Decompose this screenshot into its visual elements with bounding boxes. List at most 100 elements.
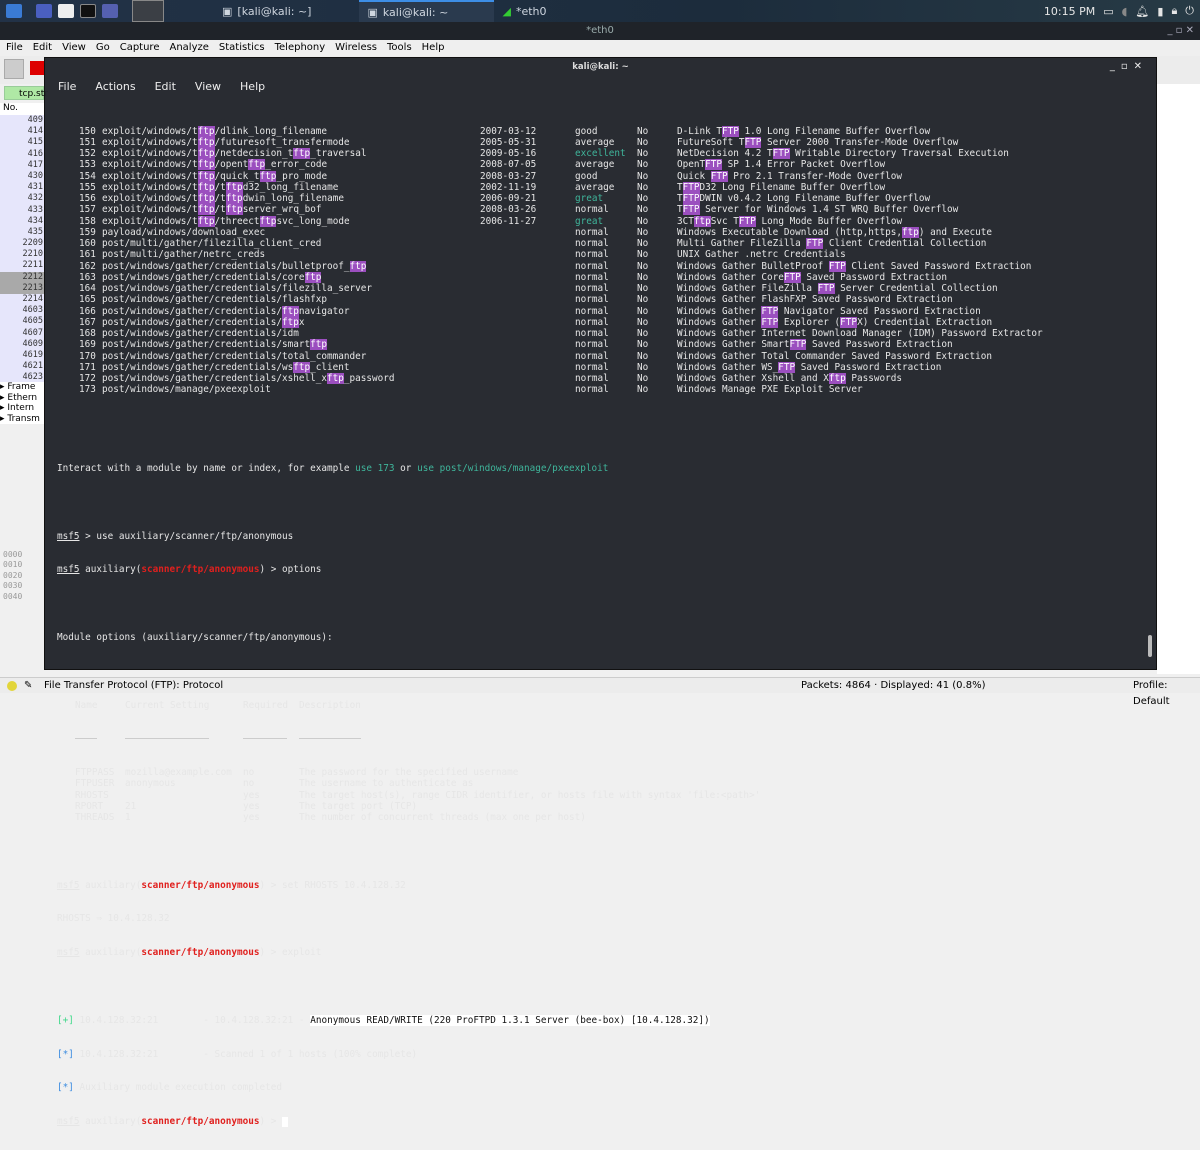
module-row[interactable]: 173 post/windows/manage/pxeexploit normal N… (57, 384, 863, 395)
menu-analyze[interactable]: Analyze (169, 40, 208, 56)
module-row[interactable]: 150 exploit/windows/tftp/dlink_long_filen… (57, 125, 930, 137)
packet-row[interactable]: 431 (0, 182, 44, 194)
wireshark-window-controls[interactable]: _ ▫ ✕ (1167, 22, 1194, 40)
module-index: 166 (79, 305, 96, 317)
expert-info-icon[interactable] (7, 681, 17, 691)
packet-row[interactable]: 2212 (0, 271, 44, 283)
module-check: No (637, 125, 649, 137)
packet-row[interactable]: 414 (0, 126, 44, 138)
stop-capture-icon[interactable] (30, 61, 44, 75)
packet-row[interactable]: 432 (0, 193, 44, 205)
module-row[interactable]: 166 post/windows/gather/credentials/ftpna… (57, 305, 981, 317)
packet-row[interactable]: 409 (0, 115, 44, 127)
packet-row[interactable]: 4609 (0, 338, 44, 350)
task-wireshark[interactable]: ◢ *eth0 (494, 0, 554, 22)
menu-telephony[interactable]: Telephony (275, 40, 326, 56)
terminal-menu-view[interactable]: View (195, 76, 221, 98)
display-icon[interactable]: ▭ (1103, 5, 1113, 18)
menu-capture[interactable]: Capture (120, 40, 160, 56)
module-row[interactable]: 159 payload/windows/download_exec normal No… (57, 226, 992, 238)
menu-statistics[interactable]: Statistics (219, 40, 265, 56)
menu-help[interactable]: Help (422, 40, 445, 56)
command-prompt[interactable]: msf5 auxiliary(scanner/ftp/anonymous) > (57, 1116, 710, 1127)
module-row[interactable]: 165 post/windows/gather/credentials/flash… (57, 294, 953, 305)
terminal-window-controls[interactable]: _▫✕ (1110, 58, 1148, 76)
module-row[interactable]: 158 exploit/windows/tftp/threectftpsvc_lo… (57, 215, 902, 227)
detail-row[interactable]: ▸ Frame (0, 382, 44, 393)
packet-row[interactable]: 416 (0, 148, 44, 160)
display-filter-input[interactable]: tcp.str (4, 86, 48, 100)
module-row[interactable]: 162 post/windows/gather/credentials/bulle… (57, 260, 1031, 272)
terminal-menu-actions[interactable]: Actions (95, 76, 135, 98)
edit-comment-icon[interactable]: ✎ (24, 678, 32, 694)
module-row[interactable]: 161 post/multi/gather/netrc_creds normal No… (57, 249, 846, 260)
detail-row[interactable]: ▸ Ethern (0, 393, 44, 404)
workspace-switcher[interactable] (132, 0, 164, 22)
shark-fin-start-icon[interactable] (4, 59, 24, 79)
packet-row[interactable]: 4607 (0, 327, 44, 339)
lock-icon[interactable]: 🔒︎ (1171, 4, 1177, 18)
packet-row[interactable]: 2214 (0, 294, 44, 306)
packet-row[interactable]: 2209 (0, 238, 44, 250)
menu-view[interactable]: View (62, 40, 86, 56)
terminal-launcher-icon[interactable] (80, 4, 96, 18)
module-row[interactable]: 151 exploit/windows/tftp/futuresoft_trans… (57, 136, 958, 148)
terminal-menu-file[interactable]: File (58, 76, 76, 98)
show-desktop-icon[interactable] (36, 4, 52, 18)
clock[interactable]: 10:15 PM (1044, 5, 1095, 18)
module-row[interactable]: 167 post/windows/gather/credentials/ftpx n… (57, 316, 992, 328)
module-row[interactable]: 171 post/windows/gather/credentials/wsftp… (57, 361, 941, 373)
packet-row[interactable]: 2210 (0, 249, 44, 261)
kali-menu-icon[interactable] (6, 4, 22, 18)
screen-recorder-icon[interactable] (102, 4, 118, 18)
module-row[interactable]: 170 post/windows/gather/credentials/total… (57, 351, 992, 362)
module-row[interactable]: 169 post/windows/gather/credentials/smart… (57, 339, 953, 351)
packet-row[interactable]: 415 (0, 137, 44, 149)
module-row[interactable]: 160 post/multi/gather/filezilla_client_cr… (57, 238, 986, 250)
module-row[interactable]: 172 post/windows/gather/credentials/xshel… (57, 373, 902, 385)
task-terminal-2[interactable]: ▣ kali@kali: ~ (359, 0, 495, 22)
terminal-menu-edit[interactable]: Edit (155, 76, 176, 98)
packet-row[interactable]: 433 (0, 204, 44, 216)
detail-row[interactable]: ▸ Transm (0, 414, 44, 425)
battery-icon[interactable]: ▮ (1157, 5, 1163, 18)
packet-row[interactable]: 417 (0, 159, 44, 171)
packet-row[interactable]: 4619 (0, 349, 44, 362)
module-row[interactable]: 156 exploit/windows/tftp/tftpdwin_long_fi… (57, 193, 930, 205)
packet-row[interactable]: 434 (0, 215, 44, 227)
option-desc: The password for the specified username (299, 767, 519, 779)
module-row[interactable]: 152 exploit/windows/tftp/netdecision_tftp… (57, 148, 1009, 160)
packet-row[interactable]: 4603 (0, 305, 44, 317)
packet-row[interactable]: 435 (0, 226, 44, 239)
search-highlight: FTP (744, 136, 762, 148)
menu-tools[interactable]: Tools (387, 40, 412, 56)
status-profile[interactable]: Profile: Default (1133, 678, 1200, 710)
volume-icon[interactable]: ◖ (1122, 5, 1128, 18)
packet-row[interactable]: 4605 (0, 316, 44, 328)
packet-row[interactable]: 430 (0, 170, 44, 183)
module-row[interactable]: 154 exploit/windows/tftp/quick_tftp_pro_m… (57, 170, 902, 182)
file-manager-icon[interactable] (58, 4, 74, 18)
menu-file[interactable]: File (6, 40, 23, 56)
terminal-menu-help[interactable]: Help (240, 76, 265, 98)
menu-go[interactable]: Go (96, 40, 110, 56)
menu-edit[interactable]: Edit (33, 40, 52, 56)
power-icon[interactable]: ⏻ (1185, 4, 1194, 18)
terminal-output[interactable]: 150 exploit/windows/tftp/dlink_long_filen… (57, 103, 1043, 1150)
module-row[interactable]: 164 post/windows/gather/credentials/filez… (57, 283, 998, 295)
module-row[interactable]: 157 exploit/windows/tftp/tftpserver_wrq_b… (57, 204, 958, 216)
detail-row[interactable]: ▸ Intern (0, 403, 44, 414)
column-header-no[interactable]: No. (0, 103, 44, 115)
packet-row[interactable]: 2211 (0, 260, 44, 272)
module-row[interactable]: 153 exploit/windows/tftp/opentftp_error_c… (57, 159, 885, 171)
task-terminal-1[interactable]: ▣ [kali@kali: ~] (214, 0, 319, 22)
module-row[interactable]: 163 post/windows/gather/credentials/coref… (57, 271, 947, 283)
terminal-window[interactable]: kali@kali: ~ _▫✕ File Actions Edit View Help… (44, 57, 1157, 1127)
packet-row[interactable]: 4621 (0, 361, 44, 373)
module-row[interactable]: 168 post/windows/gather/credentials/idm no… (57, 328, 1043, 339)
notification-bell-icon[interactable]: 🔔︎ (1135, 5, 1149, 18)
module-row[interactable]: 155 exploit/windows/tftp/tftpd32_long_fil… (57, 181, 885, 193)
terminal-scrollbar[interactable] (1148, 635, 1152, 657)
packet-row[interactable]: 2213 (0, 282, 44, 294)
menu-wireless[interactable]: Wireless (335, 40, 377, 56)
